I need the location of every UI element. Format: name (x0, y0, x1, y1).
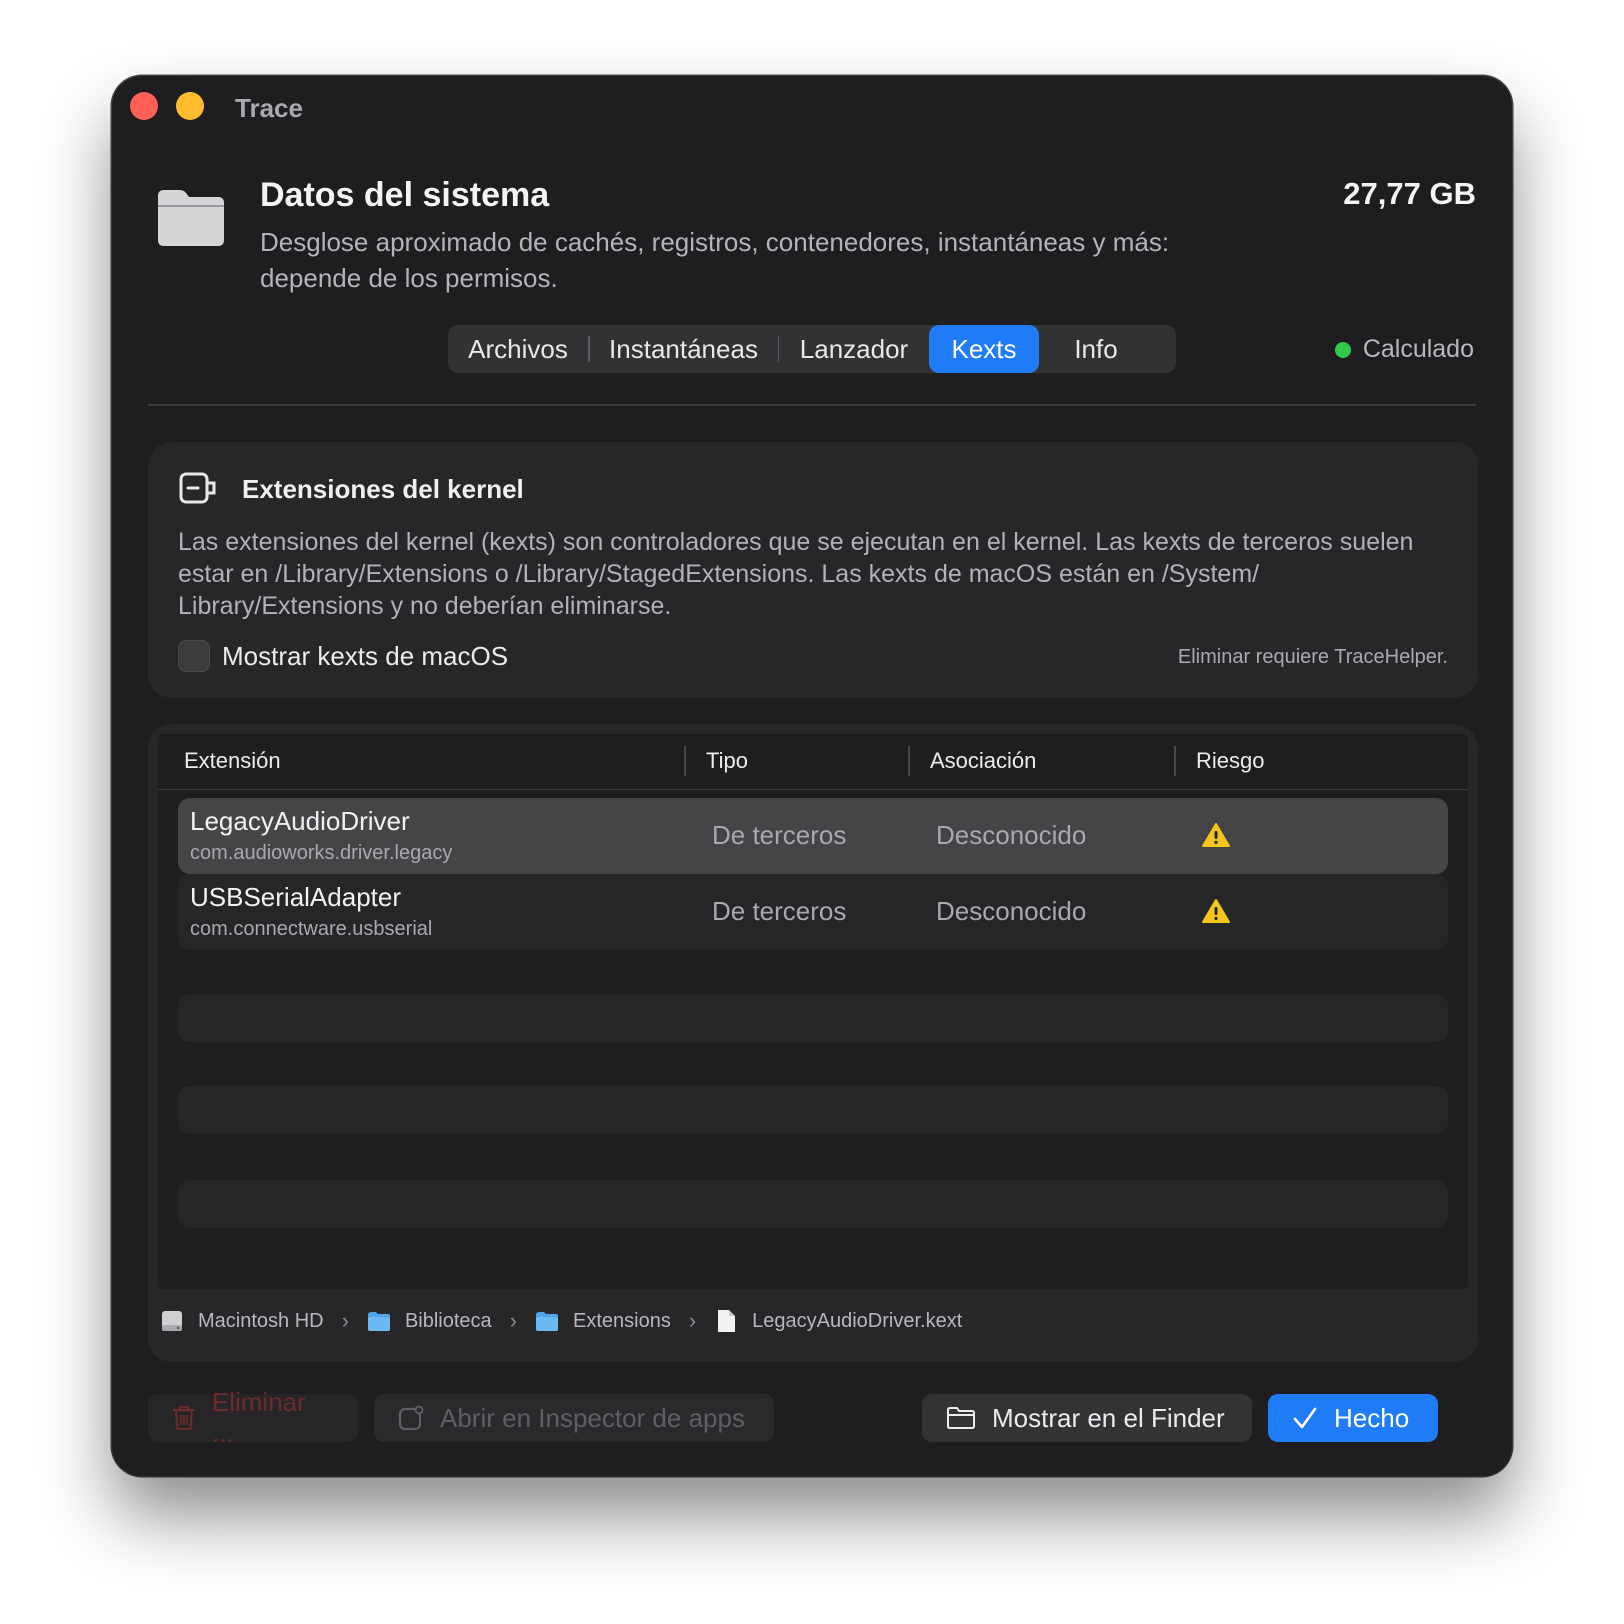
open-in-app-inspector-button[interactable]: Abrir en Inspector de apps (374, 1394, 774, 1442)
calculation-status: Calculado (1334, 335, 1474, 364)
done-button-label: Hecho (1334, 1402, 1410, 1433)
chevron-right-icon: › (341, 1308, 349, 1333)
kext-bundle-id: com.audioworks.driver.legacy (190, 842, 453, 864)
column-header-extension[interactable]: Extensión (184, 748, 281, 774)
breadcrumb-label: Macintosh HD (198, 1309, 324, 1332)
show-in-finder-label: Mostrar en el Finder (992, 1402, 1225, 1433)
column-header-riesgo[interactable]: Riesgo (1196, 748, 1264, 774)
folder-icon (535, 1312, 558, 1331)
table-row[interactable]: LegacyAudioDriver com.audioworks.driver.… (178, 798, 1448, 874)
kext-name: USBSerialAdapter (190, 882, 401, 912)
window-title: Trace (235, 93, 303, 123)
kexts-section-title: Extensiones del kernel (242, 474, 524, 504)
page-description: Desglose aproximado de cachés, registros… (260, 227, 1170, 293)
helper-requirement-note: Eliminar requiere TraceHelper. (1177, 646, 1448, 668)
tab-instantaneas[interactable]: Instantáneas (590, 325, 778, 373)
folder-icon (947, 1407, 975, 1429)
kext-association: Desconocido (936, 896, 1087, 926)
tab-kexts[interactable]: Kexts (929, 325, 1039, 373)
kexts-table: Extensión Tipo Asociación Riesgo LegacyA… (158, 734, 1468, 1289)
total-size: 27,77 GB (1343, 176, 1476, 211)
table-header: Extensión Tipo Asociación Riesgo (158, 734, 1468, 790)
breadcrumb-label: Extensions (572, 1309, 671, 1332)
close-window-button[interactable] (130, 92, 158, 120)
kext-name: LegacyAudioDriver (190, 806, 410, 836)
checkmark-icon (1293, 1407, 1317, 1429)
kexts-info-card: Extensiones del kernel Las extensiones d… (148, 442, 1478, 698)
kernel-extension-icon (179, 472, 216, 504)
warning-icon (1202, 823, 1230, 847)
folder-icon (367, 1312, 390, 1331)
breadcrumb-item[interactable]: Extensions (535, 1309, 671, 1333)
show-macos-kexts-label[interactable]: Mostrar kexts de macOS (222, 641, 508, 672)
column-divider[interactable] (908, 746, 910, 776)
kext-type: De terceros (712, 820, 847, 850)
file-icon (718, 1310, 736, 1332)
chevron-right-icon: › (509, 1308, 517, 1333)
page-title: Datos del sistema (260, 176, 550, 214)
delete-button-label: Eliminar ... (211, 1387, 306, 1448)
kexts-description: Las extensiones del kernel (kexts) son c… (178, 528, 1414, 620)
column-divider[interactable] (1174, 746, 1176, 776)
chevron-right-icon: › (688, 1308, 697, 1333)
breadcrumb-label: LegacyAudioDriver.kext (752, 1309, 963, 1332)
trash-icon (172, 1405, 196, 1431)
show-macos-kexts-checkbox[interactable] (178, 640, 210, 672)
breadcrumb-item[interactable]: Biblioteca (367, 1309, 492, 1333)
tab-lanzador[interactable]: Lanzador (779, 325, 929, 373)
kext-association: Desconocido (936, 820, 1087, 850)
tab-bar: Archivos Instantáneas Lanzador Kexts Inf… (448, 325, 1176, 373)
delete-button[interactable]: Eliminar ... (148, 1387, 358, 1448)
warning-icon (1202, 899, 1230, 923)
header-divider (148, 404, 1476, 406)
tab-archivos[interactable]: Archivos (448, 325, 588, 373)
kext-bundle-id: com.connectware.usbserial (190, 918, 433, 940)
empty-row (178, 994, 1448, 1042)
title-bar: Trace (112, 76, 1512, 140)
column-header-asociacion[interactable]: Asociación (930, 748, 1036, 774)
kexts-table-card: Extensión Tipo Asociación Riesgo LegacyA… (148, 724, 1478, 1362)
minimize-window-button[interactable] (176, 92, 204, 120)
open-in-app-inspector-label: Abrir en Inspector de apps (440, 1402, 745, 1433)
show-in-finder-button[interactable]: Mostrar en el Finder (922, 1394, 1252, 1442)
empty-row (178, 1086, 1448, 1134)
empty-row (178, 1180, 1448, 1228)
table-row[interactable]: USBSerialAdapter com.connectware.usbseri… (178, 874, 1448, 950)
path-breadcrumb: Macintosh HD › Biblioteca › Extensions › (160, 1308, 962, 1334)
column-divider[interactable] (684, 746, 686, 776)
disk-icon (162, 1311, 182, 1331)
app-window: Trace Datos del sistema Desglose aproxim… (112, 76, 1512, 1476)
done-button[interactable]: Hecho (1268, 1394, 1438, 1442)
breadcrumb-label: Biblioteca (404, 1309, 492, 1332)
open-external-icon (398, 1405, 424, 1431)
status-dot-icon (1334, 341, 1351, 358)
breadcrumb-item[interactable]: Macintosh HD (160, 1309, 324, 1333)
tab-info[interactable]: Info (1039, 325, 1153, 373)
kext-type: De terceros (712, 896, 847, 926)
breadcrumb-item[interactable]: LegacyAudioDriver.kext (714, 1309, 962, 1333)
status-label: Calculado (1362, 335, 1474, 363)
column-header-tipo[interactable]: Tipo (706, 748, 748, 774)
folder-icon (158, 190, 224, 246)
